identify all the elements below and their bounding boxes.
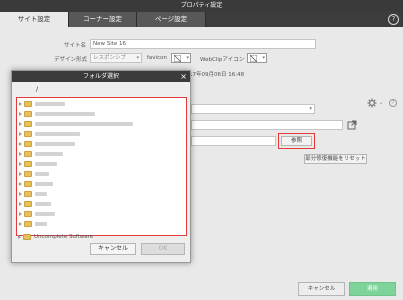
folder-ok-button[interactable]: OK [141, 243, 185, 255]
folder-item[interactable] [19, 120, 179, 128]
expand-arrow-icon[interactable] [19, 202, 22, 206]
folder-item[interactable] [19, 210, 179, 218]
folder-icon [24, 221, 32, 227]
no-image-icon [250, 55, 257, 62]
root-path: / [36, 86, 39, 93]
folder-icon [24, 121, 32, 127]
design-format-select[interactable]: レスポンシブ ▾ [90, 53, 142, 63]
expand-arrow-icon[interactable] [18, 235, 21, 239]
favicon-label: favicon [147, 55, 167, 61]
folder-item[interactable] [19, 170, 179, 178]
expand-arrow-icon[interactable] [19, 182, 22, 186]
folder-item[interactable] [19, 160, 179, 168]
site-name-label: サイト名 [64, 43, 87, 49]
site-name-input[interactable]: New Site 16 [90, 39, 316, 49]
expand-arrow-icon[interactable] [19, 222, 22, 226]
expand-arrow-icon[interactable] [19, 212, 22, 216]
folder-icon [24, 201, 32, 207]
no-image-icon [174, 55, 181, 62]
external-link-icon[interactable] [347, 120, 357, 130]
reset-repair-button[interactable]: 部分修復機能をリセット [304, 154, 367, 164]
expand-arrow-icon[interactable] [19, 162, 22, 166]
expand-arrow-icon[interactable] [19, 132, 22, 136]
folder-icon [24, 171, 32, 177]
folder-item[interactable] [19, 130, 179, 138]
chevron-down-icon: ▾ [262, 55, 265, 61]
folder-item[interactable]: Uncomplete Software [18, 233, 178, 241]
chevron-down-icon[interactable]: ⌄ [379, 100, 383, 106]
folder-icon [24, 181, 32, 187]
folder-item[interactable] [19, 150, 179, 158]
folder-icon [24, 101, 32, 107]
webclip-label: WebClipアイコン [200, 57, 245, 63]
expand-arrow-icon[interactable] [19, 142, 22, 146]
folder-icon [24, 111, 32, 117]
gear-icon[interactable] [367, 98, 377, 108]
folder-icon [24, 161, 32, 167]
folder-icon [23, 234, 31, 240]
expand-arrow-icon[interactable] [19, 112, 22, 116]
dialog-title: プロパティ設定 [0, 0, 403, 12]
tab-page-settings[interactable]: ページ設定 [137, 12, 206, 27]
path-input[interactable] [191, 120, 343, 130]
design-format-value: レスポンシブ [93, 55, 127, 61]
folder-select-field[interactable]: ▾ [191, 104, 315, 114]
favicon-picker[interactable]: ▾ [171, 53, 191, 63]
folder-select-dialog: フォルダ選択 × / Uncomplete Software キャンセル OK [11, 70, 191, 263]
folder-icon [24, 151, 32, 157]
expand-arrow-icon[interactable] [19, 122, 22, 126]
expand-arrow-icon[interactable] [19, 102, 22, 106]
chevron-down-icon: ▾ [309, 106, 312, 112]
file-path-input[interactable] [191, 136, 276, 146]
folder-icon [24, 191, 32, 197]
folder-item[interactable] [19, 200, 179, 208]
tab-site-settings[interactable]: サイト設定 [0, 12, 69, 27]
browse-highlight [278, 133, 315, 149]
folder-item[interactable] [19, 180, 179, 188]
folder-item[interactable] [19, 100, 179, 108]
help-icon[interactable]: ? [388, 14, 399, 25]
close-icon[interactable]: × [180, 71, 187, 82]
folder-icon [24, 211, 32, 217]
cancel-button[interactable]: キャンセル [298, 282, 345, 296]
webclip-picker[interactable]: ▾ [247, 53, 267, 63]
apply-button[interactable]: 適用 [349, 282, 396, 296]
expand-arrow-icon[interactable] [19, 192, 22, 196]
chevron-down-icon: ▾ [186, 55, 189, 61]
chevron-down-icon: ▾ [136, 55, 139, 61]
help-icon[interactable]: ? [389, 99, 397, 107]
design-format-label: デザイン形式 [54, 57, 88, 63]
expand-arrow-icon[interactable] [19, 152, 22, 156]
folder-item-label: Uncomplete Software [34, 234, 94, 240]
folder-item[interactable] [19, 220, 179, 228]
folder-tree[interactable] [16, 97, 187, 236]
folder-cancel-button[interactable]: キャンセル [90, 243, 136, 255]
folder-item[interactable] [19, 140, 179, 148]
folder-icon [24, 141, 32, 147]
folder-item[interactable] [19, 190, 179, 198]
folder-item[interactable] [19, 110, 179, 118]
expand-arrow-icon[interactable] [19, 172, 22, 176]
tab-corner-settings[interactable]: コーナー設定 [69, 12, 137, 27]
folder-dialog-title: フォルダ選択 [12, 71, 190, 82]
folder-icon [24, 131, 32, 137]
updated-date: 17年09月06日 16:48 [189, 72, 245, 78]
